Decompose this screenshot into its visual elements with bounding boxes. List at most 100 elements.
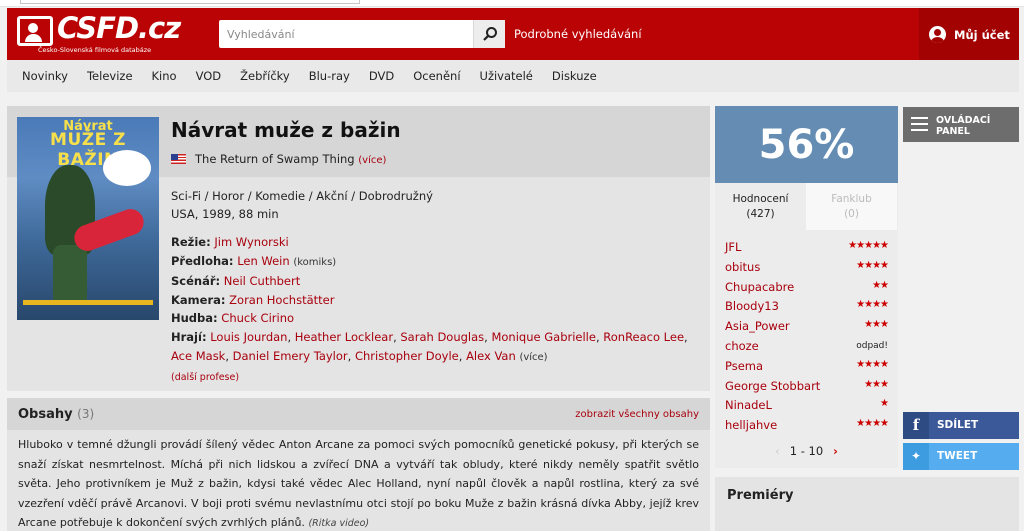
rater-row: NinadeL ★ [725,397,889,417]
chevron-right-icon[interactable]: › [833,444,838,458]
director-link[interactable]: Jim Wynorski [214,235,288,249]
more-professions-row: (další profese) [171,367,701,388]
account-button[interactable]: Můj účet [919,8,1019,60]
rater-stars: ★★★★ [856,299,889,311]
source-label: Předloha: [171,253,234,268]
chevron-left-icon[interactable]: ‹ [775,444,780,458]
search-input[interactable] [219,20,469,48]
nav-item-bluray[interactable]: Blu-ray [309,69,350,83]
poster-speech-bubble [103,150,151,186]
plot-box: Obsahy (3) zobrazit všechny obsahy Hlubo… [7,398,710,531]
tab-fanclub-label: Fanklub [831,193,872,205]
tab-ratings[interactable]: Hodnocení (427) [715,183,806,230]
rater-name[interactable]: obitus [725,260,760,274]
nav-item-uzivatele[interactable]: Uživatelé [480,69,533,83]
premieres-heading: Premiéry [727,488,794,503]
browser-top-strip [0,0,1024,7]
film-genres: Sci-Fi / Horor / Komedie / Akční / Dobro… [171,189,433,203]
rater-name[interactable]: choze [725,339,759,353]
control-panel-button[interactable]: OVLÁDACÍ PANEL [903,107,1019,142]
writer-label: Scénář: [171,274,221,289]
rater-stars: ★ [880,398,889,410]
rater-stars: ★★★★ [856,259,889,271]
nav-item-novinky[interactable]: Novinky [22,69,68,83]
main-nav: Novinky Televize Kino VOD Žebříčky Blu-r… [7,60,1019,92]
control-panel-label-line2: PANEL [936,126,970,137]
advanced-search-link[interactable]: Podrobné vyhledávání [514,27,642,41]
nav-item-kino[interactable]: Kino [152,69,177,83]
tab-ratings-count: (427) [746,208,775,220]
cast-link[interactable]: Sarah Douglas [400,330,484,344]
rater-name[interactable]: Asia_Power [725,319,790,333]
nav-item-vod[interactable]: VOD [196,69,222,83]
cast-link[interactable]: Christopher Doyle [355,349,459,363]
twitter-tweet-button[interactable]: ✦ TWEET [903,443,1019,470]
cast-link[interactable]: Daniel Emery Taylor [233,349,348,363]
rater-list: JFL ★★★★★ obitus ★★★★ Chupacabre ★★ Bloody1… [725,239,889,437]
rater-stars: ★★★★ [856,418,889,430]
rater-row: George Stobbart ★★★ [725,378,889,398]
account-label: Můj účet [954,28,1010,42]
rater-stars: ★★★★ [856,358,889,370]
cast-link[interactable]: Ace Mask [171,349,225,363]
rater-name[interactable]: Psema [725,359,763,373]
rater-name[interactable]: NinadeL [725,398,772,412]
nav-item-zebricky[interactable]: Žebříčky [240,69,290,83]
creator-writer: Scénář: Neil Cuthbert [171,272,701,291]
nav-item-oceneni[interactable]: Ocenění [413,69,460,83]
rater-name[interactable]: helljahve [725,418,777,432]
show-all-plots-link[interactable]: zobrazit všechny obsahy [575,409,699,420]
control-panel-label: OVLÁDACÍ PANEL [936,115,990,137]
cast-link[interactable]: Louis Jourdan [210,330,287,344]
search-box [219,20,505,48]
rater-pager: ‹ 1 - 10 › [715,444,898,458]
film-info-box: Návrat MUŽE Z BAŽIN Návrat muže z bažin … [7,106,710,391]
nav-item-diskuze[interactable]: Diskuze [552,69,597,83]
creator-music: Hudba: Chuck Cirino [171,309,701,328]
rater-row: Bloody13 ★★★★ [725,298,889,318]
tab-fanclub[interactable]: Fanklub (0) [806,183,897,230]
rater-name[interactable]: Chupacabre [725,280,794,294]
logo-wordmark: CSFD.cz [57,11,181,45]
rating-panel: 56% Hodnocení (427) Fanklub (0) JFL ★★★★★ o… [715,106,898,468]
site-header: CSFD.cz Česko-Slovenská filmová databáze… [7,8,1019,60]
writer-link[interactable]: Neil Cuthbert [224,274,300,288]
plot-heading-text: Obsahy [18,407,73,422]
cast-link[interactable]: Monique Gabrielle [491,330,595,344]
plot-count: (3) [77,407,95,421]
original-title-more-link[interactable]: (více) [358,155,386,166]
rater-name[interactable]: Bloody13 [725,299,779,313]
rater-row: Chupacabre ★★ [725,279,889,299]
film-creators: Režie: Jim Wynorski Předloha: Len Wein (… [171,233,701,388]
site-logo[interactable]: CSFD.cz Česko-Slovenská filmová databáze [17,11,187,54]
nav-item-dvd[interactable]: DVD [369,69,394,83]
logo-camera-icon [17,16,53,46]
control-panel-label-line1: OVLÁDACÍ [936,115,991,126]
menu-icon [911,117,928,131]
rater-stars: ★★★ [864,378,889,390]
more-professions-link[interactable]: (další profese) [171,372,239,383]
cast-more-link[interactable]: (více) [519,352,547,363]
cast-link[interactable]: Alex Van [466,349,516,363]
nav-item-televize[interactable]: Televize [87,69,133,83]
source-link[interactable]: Len Wein [237,254,289,268]
rater-row: Asia_Power ★★★ [725,318,889,338]
rater-name[interactable]: JFL [725,240,741,254]
pager-range: 1 - 10 [789,444,824,458]
rater-row: helljahve ★★★★ [725,417,889,437]
facebook-icon: f [903,412,929,439]
music-link[interactable]: Chuck Cirino [221,311,294,325]
tab-fanclub-count: (0) [844,208,859,220]
plot-source: (Ritka video) [308,518,370,530]
film-poster[interactable]: Návrat MUŽE Z BAŽIN [17,117,159,320]
rating-score: 56% [758,122,855,168]
cast-link[interactable]: RonReaco Lee [603,330,684,344]
plot-text: Hluboko v temné džungli provádí šílený v… [18,435,699,531]
search-button[interactable] [473,20,505,48]
facebook-share-button[interactable]: f SDÍLET [903,412,1019,439]
rater-name[interactable]: George Stobbart [725,379,820,393]
plot-body: Hluboko v temné džungli provádí šílený v… [18,438,699,530]
creator-source: Předloha: Len Wein (komiks) [171,252,701,273]
cast-link[interactable]: Heather Locklear [295,330,393,344]
camera-link[interactable]: Zoran Hochstätter [229,293,334,307]
